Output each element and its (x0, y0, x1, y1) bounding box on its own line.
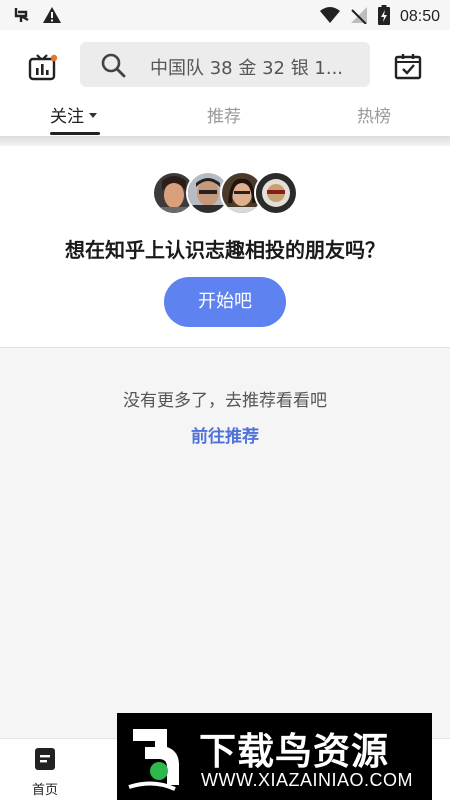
caret-down-icon (89, 112, 97, 118)
active-tab-indicator (50, 132, 100, 135)
live-tv-icon[interactable] (28, 52, 58, 82)
nav-label: 首页 (31, 783, 58, 798)
status-bar: 08:50 (0, 0, 450, 30)
watermark: 下载鸟资源 WWW.XIAZAINIAO.COM (117, 713, 432, 800)
home-icon (34, 748, 56, 775)
search-placeholder: 中国队 38 金 32 银 1... (150, 58, 344, 79)
status-time: 08:50 (399, 8, 440, 25)
battery-icon (377, 5, 390, 29)
wifi-icon (319, 6, 340, 28)
signal-icon (350, 6, 368, 28)
nav-item-home[interactable]: 首页 (10, 747, 80, 798)
search-bar[interactable]: 中国队 38 金 32 银 1... (80, 42, 370, 87)
start-button[interactable]: 开始吧 (164, 277, 286, 327)
feed-tabs: 关注 推荐 热榜 (0, 96, 450, 136)
bird-logo-icon (123, 721, 191, 793)
avatar (254, 171, 298, 215)
calendar-check-icon[interactable] (393, 51, 423, 81)
tab-follow[interactable]: 关注 (50, 102, 97, 127)
top-header: 中国队 38 金 32 银 1... 关注 推荐 热榜 (0, 30, 450, 136)
card-title: 想在知乎上认识志趣相投的朋友吗？ (65, 238, 385, 262)
tab-hot-list[interactable]: 热榜 (357, 102, 391, 127)
tab-recommend[interactable]: 推荐 (207, 102, 241, 127)
watermark-title: 下载鸟资源 (199, 730, 389, 773)
search-icon (100, 52, 126, 82)
avatar-group (152, 171, 302, 215)
header-divider (0, 136, 450, 146)
find-friends-card: 想在知乎上认识志趣相投的朋友吗？ 开始吧 (0, 146, 450, 348)
bug-icon (12, 5, 32, 29)
go-to-recommend-link[interactable]: 前往推荐 (0, 422, 450, 447)
watermark-url: WWW.XIAZAINIAO.COM (201, 770, 413, 790)
empty-state-text: 没有更多了，去推荐看看吧 (123, 391, 327, 411)
warning-icon (42, 5, 62, 29)
